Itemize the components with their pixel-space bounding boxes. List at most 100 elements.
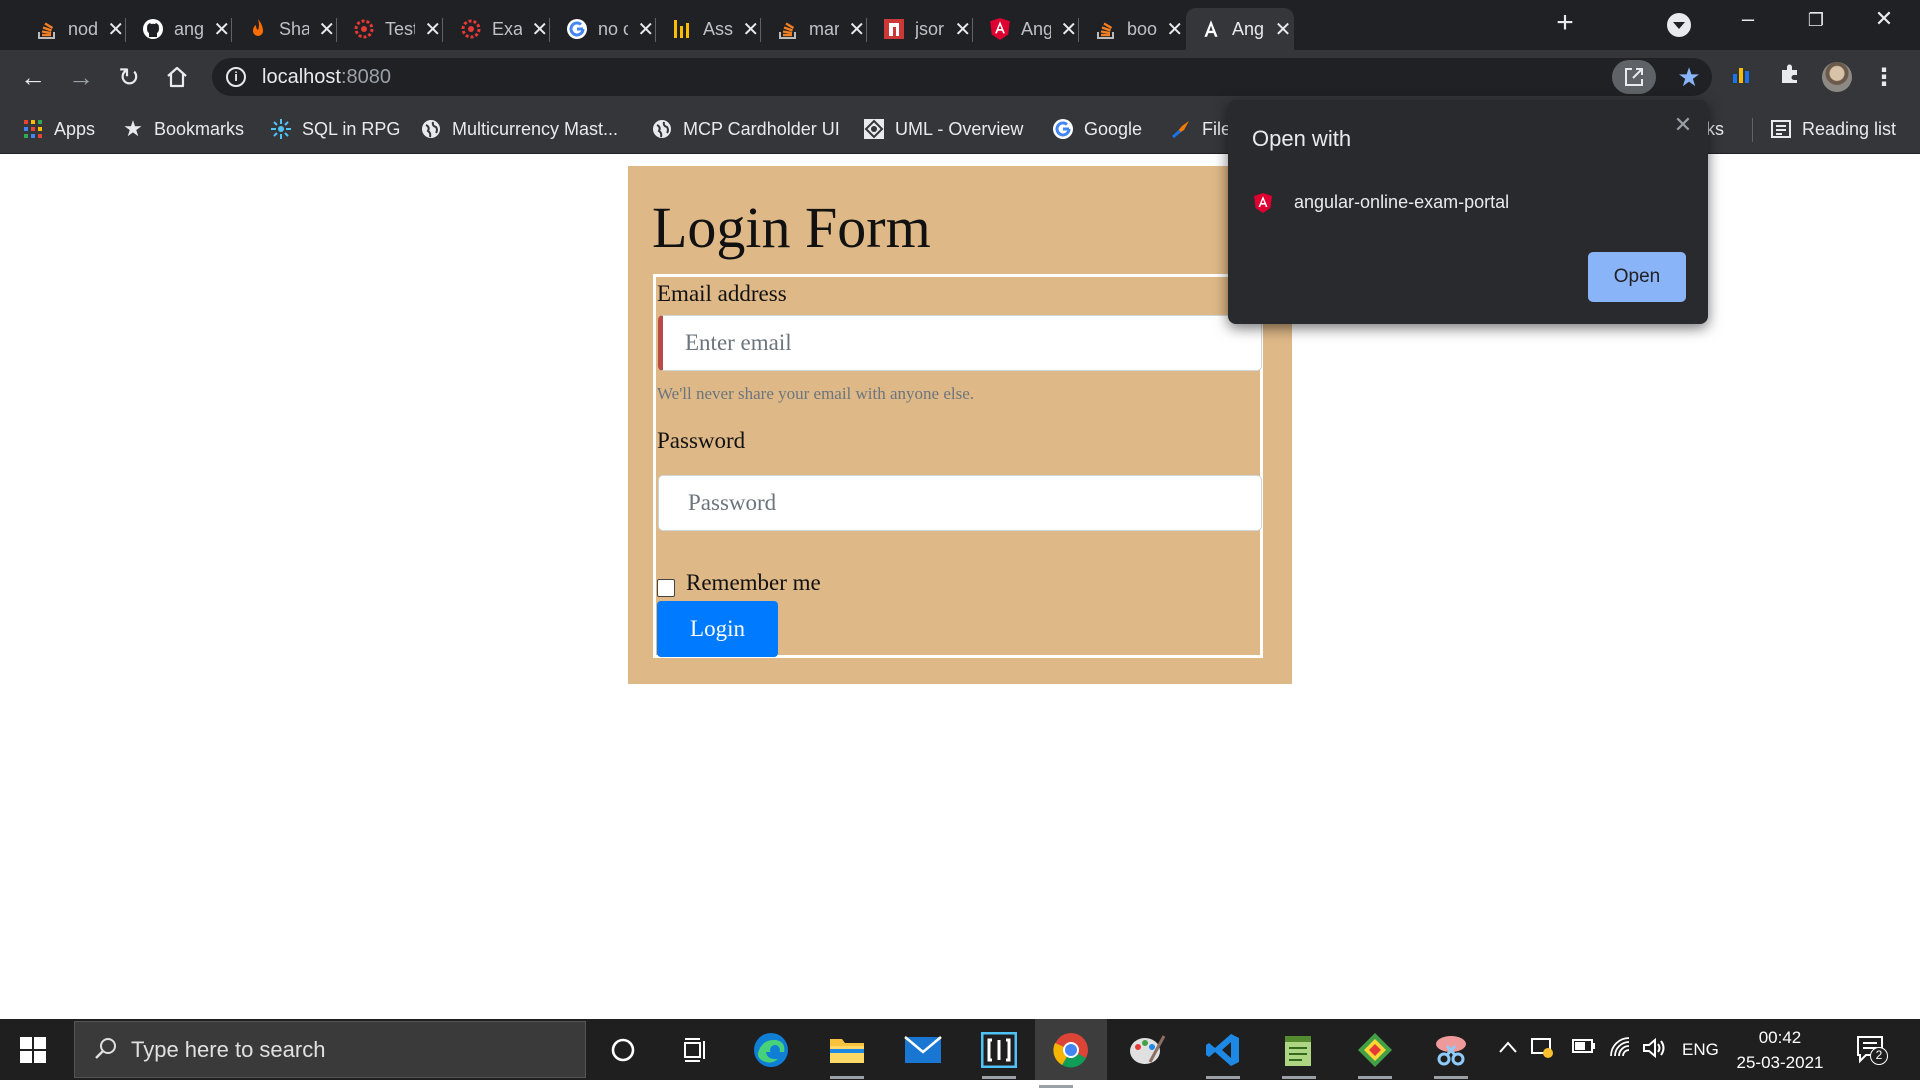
close-window-button[interactable]: ✕ [1864,6,1904,32]
close-tab-icon[interactable]: ✕ [106,17,126,42]
browser-tab[interactable]: no c ✕ [552,8,656,50]
browser-tab[interactable]: Test ✕ [339,8,443,50]
extension-analytics-icon[interactable] [1726,62,1758,94]
notepad-icon[interactable] [1278,1029,1320,1079]
bookmark-google[interactable]: Google [1052,116,1142,142]
forward-button[interactable]: → [64,60,98,94]
browser-tab[interactable]: Sha ✕ [233,8,337,50]
browser-tab[interactable]: Ass ✕ [657,8,761,50]
close-tab-icon[interactable]: ✕ [1059,17,1079,42]
popup-close-icon[interactable]: ✕ [1670,112,1696,138]
chrome-menu-button[interactable]: ⋮ [1868,62,1900,94]
minimize-button[interactable]: – [1728,6,1768,32]
bar-chart-icon [671,18,693,40]
popup-app-option[interactable]: angular-online-exam-portal [1254,192,1509,213]
close-tab-icon[interactable]: ✕ [953,17,973,42]
taskbar-search-box[interactable]: Type here to search [74,1021,586,1078]
mail-icon[interactable] [902,1029,944,1071]
close-tab-icon[interactable]: ✕ [1165,17,1185,42]
uml-icon [863,118,885,140]
login-button[interactable]: Login [657,601,778,657]
edge-icon[interactable] [750,1029,792,1071]
open-in-app-button[interactable] [1612,60,1656,94]
tab-search-button[interactable] [1667,13,1691,37]
open-with-popup: Open with ✕ angular-online-exam-portal O… [1228,100,1708,324]
wifi-icon[interactable] [1608,1037,1632,1065]
bookmark-apps[interactable]: Apps [22,116,95,142]
email-help-text: We'll never share your email with anyone… [657,384,975,403]
reload-button[interactable]: ↻ [112,60,146,94]
browser-tab[interactable]: Ang ✕ [975,8,1079,50]
restore-button[interactable]: ❐ [1796,10,1836,31]
npm-icon [883,18,905,40]
bookmark-uml-overview[interactable]: UML - Overview [863,116,1023,142]
notifications-icon[interactable]: 2 [1856,1035,1888,1065]
bookmark-bookmarks[interactable]: ★ Bookmarks [122,116,244,142]
bookmark-star-icon[interactable]: ★ [1672,60,1706,94]
browser-tab[interactable]: boo ✕ [1081,8,1185,50]
bracket-app-icon[interactable] [978,1029,1020,1079]
close-tab-icon[interactable]: ✕ [530,17,550,42]
github-icon [142,18,164,40]
clock-date: 25-03-2021 [1736,1053,1824,1072]
globe-icon [651,118,673,140]
browser-tab[interactable]: mar ✕ [763,8,867,50]
browser-tab[interactable]: Exa ✕ [446,8,550,50]
tab-strip: nod✕ang✕Sha✕Test✕Exa✕no c✕Ass✕mar✕jsor✕A… [0,0,1920,50]
bookmark-mcp-cardholder[interactable]: MCP Cardholder UI [651,116,840,142]
close-tab-icon[interactable]: ✕ [212,17,232,42]
task-view-icon[interactable] [674,1029,716,1071]
email-input[interactable] [658,315,1262,371]
windows-taskbar: Type here to search ENG 00:42 25-03-2021… [0,1019,1920,1088]
site-info-icon[interactable]: i [226,67,246,87]
battery-icon[interactable] [1572,1037,1596,1060]
close-tab-icon[interactable]: ✕ [1272,17,1294,42]
profile-avatar[interactable] [1822,62,1854,94]
git-kraken-icon[interactable] [1354,1029,1396,1079]
chrome-taskbar-icon[interactable] [1035,1019,1107,1088]
address-bar[interactable]: i localhost:8080 ★ [212,58,1712,96]
close-tab-icon[interactable]: ✕ [317,17,337,42]
login-card: Login Form Email address We'll never sha… [628,166,1292,684]
bookmark-sql-in-rpg[interactable]: SQL in RPG [270,116,400,142]
cortana-icon[interactable] [602,1029,644,1071]
tab-separator [655,18,656,42]
home-button[interactable] [160,60,194,94]
close-tab-icon[interactable]: ✕ [636,17,656,42]
stackoverflow-icon [36,18,58,40]
volume-icon[interactable] [1642,1037,1666,1065]
popup-open-button[interactable]: Open [1588,252,1686,302]
snipping-tool-icon[interactable] [1430,1029,1472,1079]
bookmark-multicurrency[interactable]: Multicurrency Mast... [420,116,618,142]
vscode-icon[interactable] [1202,1029,1244,1079]
password-input[interactable] [658,475,1262,531]
file-explorer-icon[interactable] [826,1029,868,1079]
browser-tab[interactable]: nod ✕ [22,8,126,50]
browser-tab[interactable]: jsor ✕ [869,8,973,50]
url-text[interactable]: localhost:8080 [262,66,391,89]
paint-icon[interactable] [1126,1029,1168,1071]
tab-separator [549,18,550,42]
angular-icon [1254,192,1272,213]
windows-start-icon[interactable] [20,1037,46,1063]
tray-device-icon[interactable] [1530,1035,1554,1065]
close-tab-icon[interactable]: ✕ [741,17,761,42]
reading-list-button[interactable]: Reading list [1770,116,1896,142]
remember-me-label[interactable]: Remember me [686,570,821,596]
new-tab-button[interactable]: + [1548,6,1582,40]
gear-red-icon [353,18,375,40]
sparkle-icon [270,118,292,140]
bookmark-file[interactable]: File [1170,116,1231,142]
google-icon [566,18,588,40]
close-tab-icon[interactable]: ✕ [423,17,443,42]
close-tab-icon[interactable]: ✕ [847,17,867,42]
back-button[interactable]: ← [16,60,50,94]
browser-tab[interactable]: Ang ✕ [1186,8,1294,50]
taskbar-search-placeholder: Type here to search [131,1037,326,1062]
browser-tab[interactable]: ang ✕ [128,8,232,50]
taskbar-clock[interactable]: 00:42 25-03-2021 [1722,1025,1838,1075]
tray-overflow-icon[interactable] [1498,1037,1518,1060]
extensions-puzzle-icon[interactable] [1774,62,1806,94]
language-indicator[interactable]: ENG [1682,1040,1719,1060]
remember-me-checkbox[interactable] [657,579,675,597]
